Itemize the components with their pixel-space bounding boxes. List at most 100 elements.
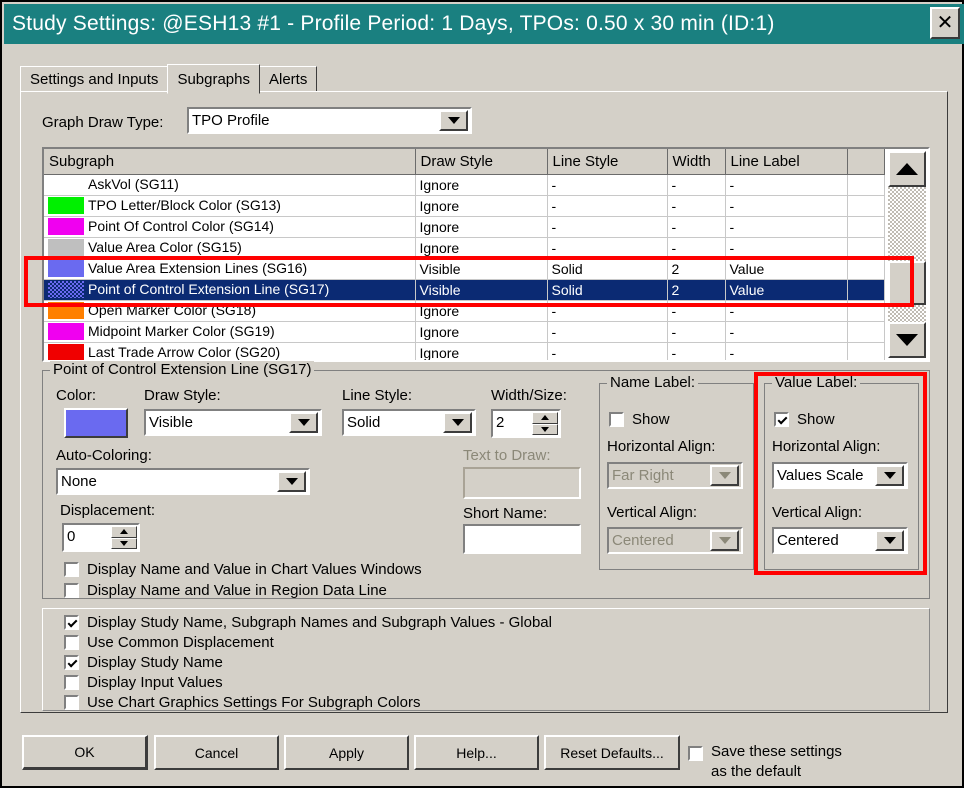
scrollbar-thumb[interactable]	[888, 261, 926, 305]
cell-draw-style: Visible	[415, 258, 548, 280]
checkbox-box[interactable]	[64, 675, 79, 690]
value-label-vertical-align-combo[interactable]: Centered	[772, 527, 908, 554]
cell-extra	[847, 237, 885, 259]
table-header-4[interactable]: Line Label	[725, 149, 848, 175]
chevron-down-icon[interactable]	[277, 471, 306, 492]
text-to-draw-input	[463, 467, 581, 499]
table-row[interactable]: AskVol (SG11) Ignore - - -	[44, 174, 885, 196]
value-label-horizontal-align-label: Horizontal Align:	[772, 438, 881, 455]
checkbox-box[interactable]	[688, 746, 703, 761]
global-checkbox-3[interactable]: Display Input Values	[64, 674, 223, 691]
help-button[interactable]: Help...	[414, 735, 539, 770]
name-label-show-checkbox[interactable]: Show	[609, 411, 670, 428]
table-row[interactable]: Last Trade Arrow Color (SG20) Ignore - - -	[44, 342, 885, 360]
table-header-1[interactable]: Draw Style	[415, 149, 548, 175]
graph-draw-type-combo[interactable]: TPO Profile	[187, 107, 472, 134]
checkbox-box[interactable]	[64, 635, 79, 650]
color-swatch	[66, 410, 126, 436]
checkbox-box[interactable]	[64, 695, 79, 710]
table-row[interactable]: Value Area Color (SG15) Ignore - - -	[44, 237, 885, 259]
table-row[interactable]: Point Of Control Color (SG14) Ignore - - -	[44, 216, 885, 238]
cell-extra	[847, 342, 885, 360]
scroll-up-icon[interactable]	[888, 151, 926, 187]
scroll-down-icon[interactable]	[888, 322, 926, 358]
auto-coloring-combo[interactable]: None	[56, 468, 310, 495]
value-label-show-checkbox[interactable]: Show	[774, 411, 835, 428]
global-checkbox-2[interactable]: Display Study Name	[64, 654, 223, 671]
table-row[interactable]: Midpoint Marker Color (SG19) Ignore - - -	[44, 321, 885, 343]
short-name-input[interactable]	[463, 524, 581, 554]
checkbox-box[interactable]	[64, 655, 79, 670]
name-label-horizontal-align-value: Far Right	[612, 467, 674, 484]
chevron-down-icon[interactable]	[289, 412, 318, 433]
cell-width: -	[667, 321, 726, 343]
cell-line-label: -	[725, 321, 848, 343]
cell-line-style: Solid	[547, 279, 668, 301]
chevron-down-icon[interactable]	[875, 530, 904, 551]
width-size-value: 2	[496, 414, 505, 431]
tab-settings-and-inputs[interactable]: Settings and Inputs	[20, 66, 169, 92]
table-row[interactable]: Value Area Extension Lines (SG16) Visible…	[44, 258, 885, 280]
cell-width: -	[667, 195, 726, 217]
table-header-2[interactable]: Line Style	[547, 149, 668, 175]
graph-draw-type-label: Graph Draw Type:	[42, 114, 164, 131]
checkbox-display-name-value-chart-windows[interactable]: Display Name and Value in Chart Values W…	[64, 561, 422, 578]
table-header-0[interactable]: Subgraph	[44, 149, 416, 175]
subgraph-table[interactable]: Subgraph Draw Style Line Style Width Line La…	[42, 147, 930, 362]
close-icon[interactable]: ✕	[930, 7, 960, 39]
checkbox-box[interactable]	[609, 412, 624, 427]
cell-extra	[847, 174, 885, 196]
checkbox-box[interactable]	[64, 562, 79, 577]
cell-line-style: -	[547, 300, 668, 322]
displacement-stepper[interactable]: 0	[62, 523, 140, 552]
subgraph-name: TPO Letter/Block Color (SG13)	[88, 197, 281, 213]
global-checkbox-1[interactable]: Use Common Displacement	[64, 634, 274, 651]
line-style-label: Line Style:	[342, 387, 413, 404]
width-size-stepper[interactable]: 2	[491, 409, 561, 438]
cell-draw-style: Ignore	[415, 195, 548, 217]
stepper-up-icon[interactable]	[111, 526, 137, 538]
table-row[interactable]: Point of Control Extension Line (SG17) Vi…	[44, 279, 885, 301]
tab-alerts[interactable]: Alerts	[259, 66, 318, 92]
ok-button[interactable]: OK	[22, 735, 148, 770]
checkbox-box[interactable]	[64, 583, 79, 598]
table-scrollbar[interactable]	[888, 151, 926, 358]
value-label-vertical-align-value: Centered	[777, 532, 839, 549]
chevron-down-icon	[710, 465, 739, 486]
checkbox-display-name-value-region-data-line[interactable]: Display Name and Value in Region Data Li…	[64, 582, 387, 599]
global-checkbox-0[interactable]: Display Study Name, Subgraph Names and S…	[64, 614, 552, 631]
reset-defaults-button[interactable]: Reset Defaults...	[544, 735, 680, 770]
chevron-down-icon[interactable]	[443, 412, 472, 433]
table-row[interactable]: Open Marker Color (SG18) Ignore - - -	[44, 300, 885, 322]
checkbox-box[interactable]	[774, 412, 789, 427]
table-row[interactable]: TPO Letter/Block Color (SG13) Ignore - - -	[44, 195, 885, 217]
value-label-horizontal-align-combo[interactable]: Values Scale	[772, 462, 908, 489]
short-name-label: Short Name:	[463, 505, 548, 522]
draw-style-combo[interactable]: Visible	[144, 409, 322, 436]
color-swatch-button[interactable]	[64, 408, 128, 438]
stepper-up-icon[interactable]	[532, 412, 558, 424]
table-header-row: Subgraph Draw Style Line Style Width Line La…	[44, 149, 885, 175]
tab-subgraphs[interactable]: Subgraphs	[167, 64, 260, 94]
subgraph-name: Value Area Color (SG15)	[88, 239, 242, 255]
stepper-down-icon[interactable]	[111, 537, 137, 549]
chevron-down-icon[interactable]	[439, 110, 468, 131]
cell-width: -	[667, 300, 726, 322]
cell-subgraph: Midpoint Marker Color (SG19)	[44, 321, 416, 343]
cell-line-style: -	[547, 174, 668, 196]
cell-extra	[847, 279, 885, 301]
line-style-combo[interactable]: Solid	[342, 409, 476, 436]
global-checkbox-4[interactable]: Use Chart Graphics Settings For Subgraph…	[64, 694, 420, 711]
cell-draw-style: Ignore	[415, 237, 548, 259]
save-default-checkbox[interactable]: Save these settings as the default	[688, 742, 842, 782]
checkbox-box[interactable]	[64, 615, 79, 630]
cancel-button[interactable]: Cancel	[154, 735, 279, 770]
stepper-down-icon[interactable]	[532, 423, 558, 435]
table-header-3[interactable]: Width	[667, 149, 726, 175]
value-label-vertical-align-label: Vertical Align:	[772, 504, 863, 521]
chevron-down-icon[interactable]	[875, 465, 904, 486]
draw-style-value: Visible	[149, 414, 193, 431]
table-header-5[interactable]	[847, 149, 885, 175]
apply-button[interactable]: Apply	[284, 735, 409, 770]
cell-subgraph: Open Marker Color (SG18)	[44, 300, 416, 322]
